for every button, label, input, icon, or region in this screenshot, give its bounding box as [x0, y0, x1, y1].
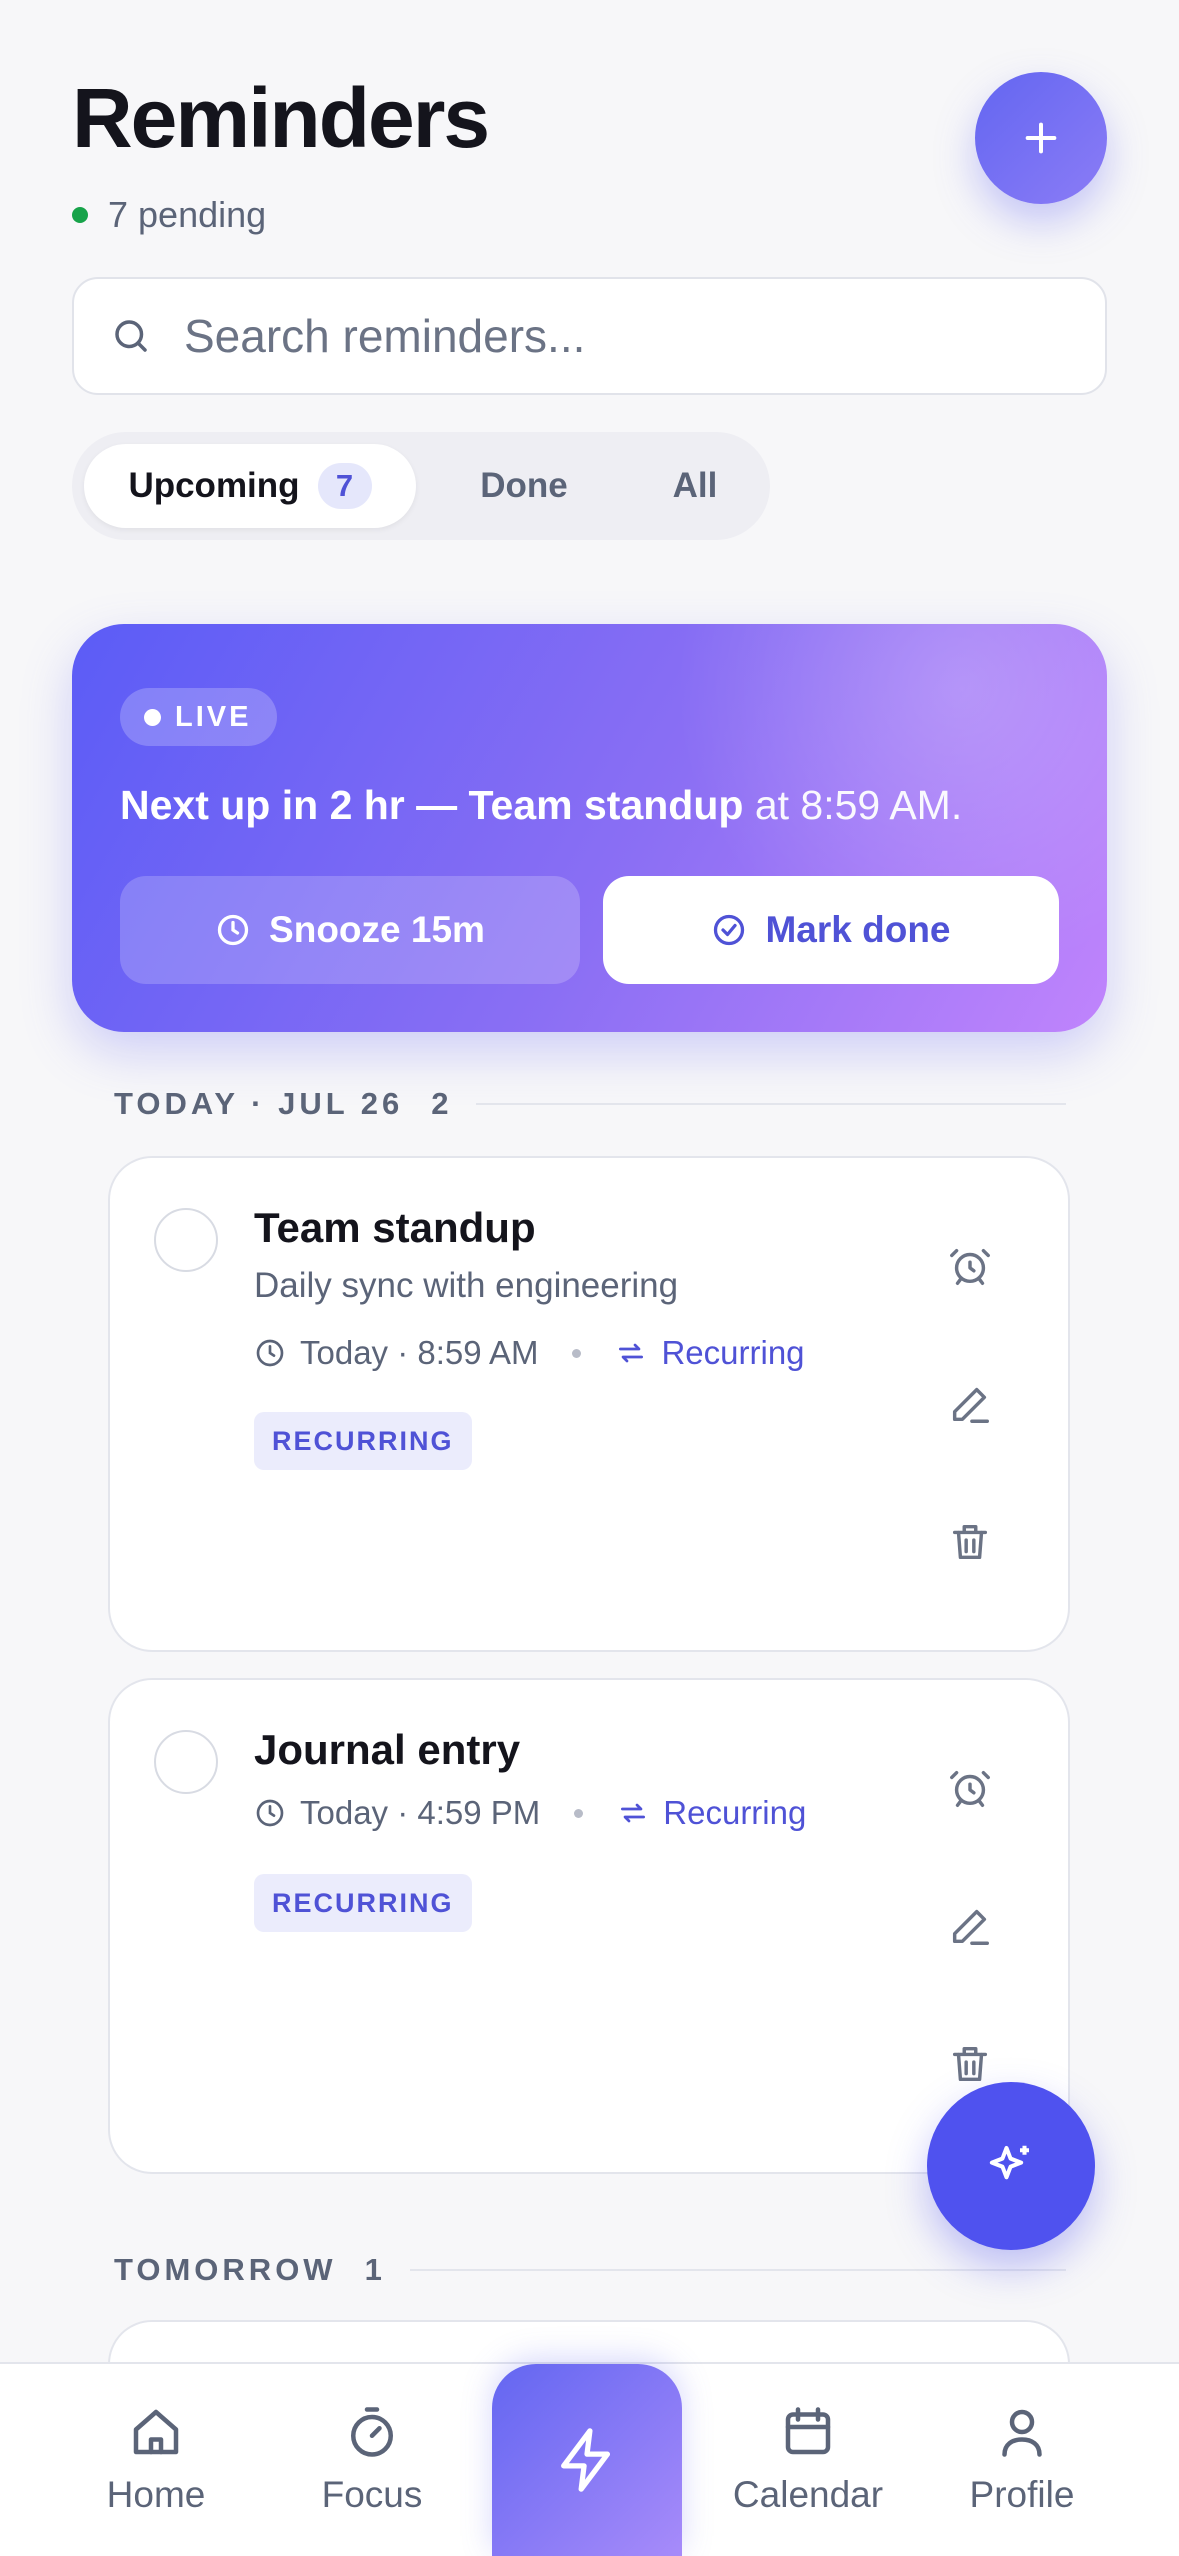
repeat-info: Recurring: [617, 1794, 806, 1832]
plus-icon: [1025, 122, 1057, 154]
meta-separator: [572, 1348, 582, 1358]
timer-icon: [351, 2407, 393, 2457]
nav-label: Profile: [969, 2474, 1075, 2515]
section-label: TOMORROW: [114, 2252, 337, 2287]
pencil-icon: [952, 1909, 989, 1945]
mark-done-button[interactable]: Mark done: [603, 876, 1059, 984]
reminder-time: Today · 8:59 AM: [300, 1334, 539, 1371]
clock-icon: [256, 1339, 284, 1367]
pencil-icon: [952, 1387, 989, 1423]
edit-button[interactable]: [930, 1364, 1010, 1444]
section-count: 1: [364, 2252, 382, 2287]
reminder-meta: Today · 8:59 AM Recurring: [254, 1334, 805, 1372]
nav-label: Calendar: [732, 2474, 884, 2515]
section-count: 2: [431, 1086, 449, 1121]
ai-assist-button[interactable]: [927, 2082, 1095, 2250]
trash-icon: [952, 1524, 988, 1560]
repeat-icon: [619, 1343, 644, 1363]
add-reminder-button[interactable]: [975, 72, 1107, 204]
edit-button[interactable]: [930, 1886, 1010, 1966]
pending-status: 7 pending: [72, 194, 266, 236]
snooze-button[interactable]: Snooze 15m: [120, 876, 580, 984]
home-icon: [133, 2409, 179, 2455]
meta-separator: [574, 1808, 584, 1818]
complete-checkbox[interactable]: [154, 1730, 218, 1794]
recurring-tag: RECURRING: [254, 1874, 472, 1932]
reminder-title: Team standup: [254, 1204, 536, 1251]
repeat-info: Recurring: [615, 1334, 805, 1372]
alarm-button[interactable]: [930, 1226, 1010, 1306]
tab-count-badge: 7: [317, 463, 372, 509]
filter-tabs: Upcoming 7 Done All: [72, 432, 770, 540]
nav-profile[interactable]: Profile: [960, 2402, 1084, 2516]
repeat-icon: [621, 1803, 646, 1823]
search-icon: [115, 320, 147, 352]
reminder-time: Today · 4:59 PM: [300, 1794, 541, 1831]
section-divider: [476, 1103, 1066, 1105]
nav-calendar[interactable]: Calendar: [718, 2402, 898, 2516]
next-up-time: at 8:59 AM.: [743, 782, 963, 828]
user-icon: [1002, 2409, 1042, 2457]
alarm-button[interactable]: [930, 1748, 1010, 1828]
check-circle-icon: [714, 914, 745, 946]
search-field[interactable]: Search reminders...: [72, 277, 1107, 395]
complete-checkbox[interactable]: [154, 1208, 218, 1272]
tab-all[interactable]: All: [632, 444, 758, 528]
reminder-meta: Today · 4:59 PM Recurring: [254, 1794, 806, 1832]
calendar-icon: [785, 2407, 831, 2455]
reminder-card[interactable]: Journal entry Today · 4:59 PM Recurring …: [108, 1678, 1070, 2174]
clock-icon: [256, 1799, 284, 1827]
recurring-tag: RECURRING: [254, 1412, 472, 1470]
bolt-icon: [561, 2428, 611, 2492]
reminder-title: Journal entry: [254, 1726, 521, 1773]
mark-done-label: Mark done: [765, 909, 951, 950]
section-label: TODAY · JUL 26: [114, 1086, 404, 1121]
alarm-icon: [950, 1770, 990, 1807]
nav-label: Focus: [321, 2474, 423, 2515]
delete-button[interactable]: [930, 1502, 1010, 1582]
repeat-label: Recurring: [661, 1334, 805, 1371]
next-up-title: Next up in 2 hr — Team standup: [120, 782, 744, 828]
clock-icon: [217, 914, 249, 946]
tab-upcoming[interactable]: Upcoming 7: [84, 444, 416, 528]
tab-done[interactable]: Done: [416, 444, 632, 528]
tab-label: Upcoming: [128, 466, 300, 505]
nav-home[interactable]: Home: [96, 2402, 216, 2516]
next-up-text: Next up in 2 hr — Team standup at 8:59 A…: [120, 782, 962, 829]
nav-quick-action[interactable]: [492, 2364, 682, 2556]
reminder-subtitle: Daily sync with engineering: [254, 1266, 679, 1305]
search-input[interactable]: Search reminders...: [184, 309, 585, 363]
page-title: Reminders: [72, 71, 490, 165]
snooze-label: Snooze 15m: [269, 909, 485, 950]
trash-icon: [952, 2046, 988, 2082]
reminder-card[interactable]: Team standup Daily sync with engineering…: [108, 1156, 1070, 1652]
live-label: LIVE: [175, 700, 252, 733]
next-up-card: LIVE Next up in 2 hr — Team standup at 8…: [72, 624, 1107, 1032]
live-dot: [144, 708, 161, 726]
pending-count: 7 pending: [108, 194, 267, 235]
repeat-label: Recurring: [663, 1794, 807, 1831]
section-header-today: TODAY · JUL 26 2: [114, 1086, 1066, 1122]
alarm-icon: [950, 1248, 990, 1285]
nav-label: Home: [106, 2474, 206, 2515]
nav-focus[interactable]: Focus: [310, 2402, 434, 2516]
live-badge: LIVE: [120, 688, 278, 746]
sparkles-icon: [989, 2145, 1029, 2180]
section-divider: [409, 2269, 1066, 2271]
status-dot: [72, 207, 88, 223]
section-header-tomorrow: TOMORROW 1: [114, 2252, 1066, 2288]
